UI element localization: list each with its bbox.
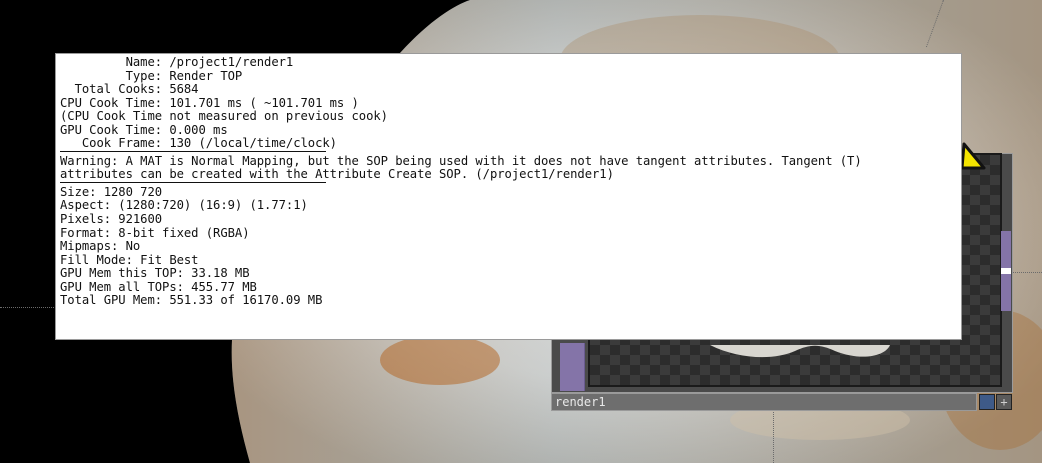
node-name[interactable]: render1 <box>555 395 606 409</box>
warning-icon[interactable] <box>962 140 986 170</box>
viewer-active-button[interactable] <box>979 394 995 410</box>
info-mipmaps: Mipmaps: No <box>60 239 141 254</box>
connection-wire <box>0 307 60 308</box>
node-input-strip[interactable] <box>560 343 585 391</box>
info-fill-mode: Fill Mode: Fit Best <box>60 252 199 267</box>
info-name: Name: /project1/render1 <box>60 55 294 69</box>
node-output-connector[interactable] <box>1001 268 1011 274</box>
info-gpu-mem-this: GPU Mem this TOP: 33.18 MB <box>60 266 250 281</box>
divider <box>60 181 326 183</box>
info-gpu-mem-all: GPU Mem all TOPs: 455.77 MB <box>60 279 257 294</box>
info-aspect: Aspect: (1280:720) (16:9) (1.77:1) <box>60 198 308 213</box>
info-type: Type: Render TOP <box>60 68 243 83</box>
info-total-cooks: Total Cooks: 5684 <box>60 82 199 97</box>
expand-button[interactable]: + <box>996 394 1012 410</box>
info-total-gpu-mem: Total GPU Mem: 551.33 of 16170.09 MB <box>60 293 323 308</box>
info-warning-line-2: attributes can be created with the Attri… <box>60 167 614 182</box>
info-size: Size: 1280 720 <box>60 184 163 199</box>
info-format: Format: 8-bit fixed (RGBA) <box>60 225 250 240</box>
info-cpu-cook-note: (CPU Cook Time not measured on previous … <box>60 109 388 124</box>
info-gpu-cook-time: GPU Cook Time: 0.000 ms <box>60 122 228 137</box>
node-name-bar[interactable]: render1 <box>551 393 977 411</box>
info-pixels: Pixels: 921600 <box>60 212 163 227</box>
info-cpu-cook-time: CPU Cook Time: 101.701 ms ( ~101.701 ms … <box>60 95 359 110</box>
info-warning-line-1: Warning: A MAT is Normal Mapping, but th… <box>60 153 862 168</box>
connection-wire <box>1013 272 1042 273</box>
divider <box>60 150 326 152</box>
info-cook-frame: Cook Frame: 130 (/local/time/clock) <box>60 136 337 151</box>
node-info-popup: Name: /project1/render1 Type: Render TOP… <box>55 53 962 340</box>
